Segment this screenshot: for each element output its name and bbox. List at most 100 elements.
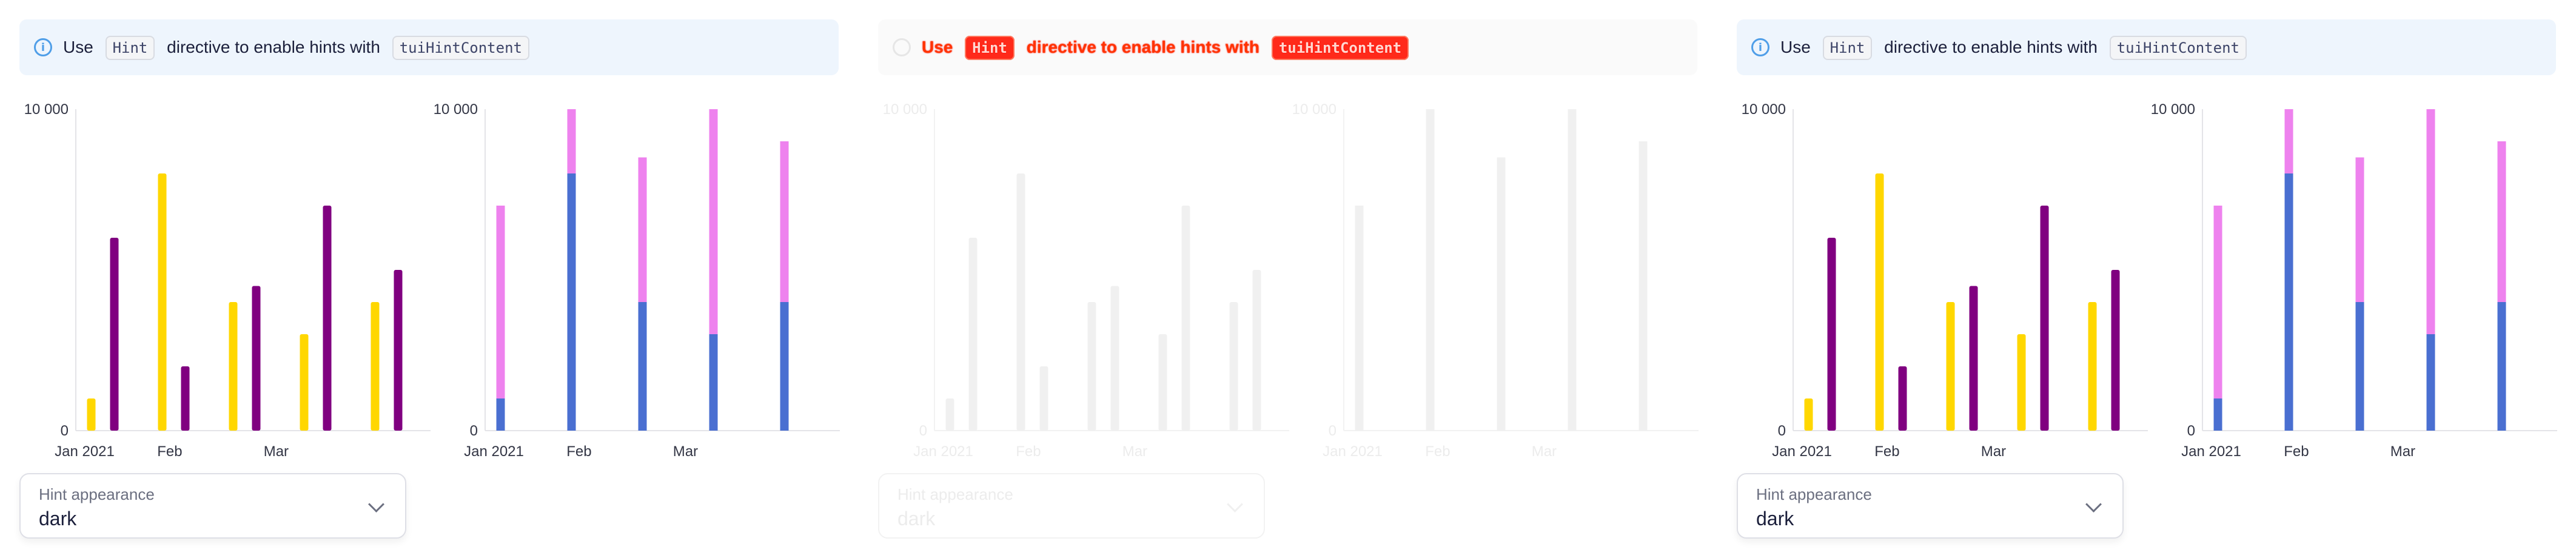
bar-segment <box>1639 302 1648 431</box>
demo-panel-right: i Use Hint directive to enable hints wit… <box>1717 0 2576 558</box>
bar-segment <box>496 206 505 398</box>
bar-segment <box>2497 302 2506 431</box>
y-tick-label: 0 <box>919 423 927 439</box>
notice-middle: directive to enable hints with <box>1884 38 2098 56</box>
bar-segment <box>1497 302 1506 431</box>
y-tick-label: 10 000 <box>883 101 927 118</box>
x-tick-label: Mar <box>2390 443 2415 460</box>
chart-svg: 10 000 0 Jan 2021 Feb Mar <box>2151 101 2557 460</box>
bar-segment <box>2497 141 2506 302</box>
notice-prefix: Use <box>922 38 953 56</box>
bar <box>1087 302 1096 431</box>
y-tick-label: 0 <box>61 423 69 439</box>
x-tick-label: Feb <box>2284 443 2309 460</box>
y-tick-label: 10 000 <box>434 101 478 118</box>
notice-prefix: Use <box>63 38 93 56</box>
bar-segment <box>567 109 576 173</box>
bar <box>1158 334 1167 431</box>
bar-segment <box>709 109 718 334</box>
bar <box>2111 270 2120 431</box>
y-tick-label: 10 000 <box>24 101 69 118</box>
bar <box>1946 302 1955 431</box>
bar <box>252 286 261 431</box>
bar <box>87 398 96 431</box>
bar <box>323 206 332 431</box>
select-value: dark <box>897 508 936 529</box>
chart-svg: 10 000 0 Jan 2021 Feb Mar <box>24 101 431 460</box>
demo-panel-left: i Use Hint directive to enable hints wit… <box>0 0 859 558</box>
stacked-bar-chart[interactable]: 10 000 0 Jan 2021 Feb Mar <box>2139 91 2557 467</box>
bar <box>2040 206 2049 431</box>
bar-segment <box>2426 109 2435 334</box>
bar <box>1110 286 1119 431</box>
hint-notice: i Use Hint directive to enable hints wit… <box>19 19 839 75</box>
x-tick-label: Jan 2021 <box>55 443 115 460</box>
bar-segment <box>1497 157 1506 302</box>
bar-segment <box>567 173 576 431</box>
y-tick-label: 0 <box>1778 423 1786 439</box>
code-hint-content: tuiHintContent <box>392 36 529 60</box>
hint-appearance-select[interactable]: Hint appearance dark <box>19 473 406 539</box>
x-tick-label: Feb <box>566 443 591 460</box>
hint-appearance-select: Hint appearance dark <box>878 473 1265 539</box>
x-tick-label: Feb <box>1425 443 1450 460</box>
stacked-bar-chart: 10 000 0 Jan 2021 Feb Mar <box>1280 91 1699 467</box>
bar <box>1181 206 1190 431</box>
bar-segment <box>2355 157 2364 302</box>
chart-svg: 10 000 0 Jan 2021 Feb Mar <box>1292 101 1699 460</box>
bar-segment <box>780 302 789 431</box>
bar <box>229 302 238 431</box>
bar-segment <box>638 157 647 302</box>
x-tick-label: Mar <box>1981 443 2006 460</box>
chart-svg: 10 000 0 Jan 2021 Feb Mar <box>883 101 1289 460</box>
select-label: Hint appearance <box>39 485 155 503</box>
y-tick-label: 10 000 <box>1292 101 1337 118</box>
grouped-bar-chart[interactable]: 10 000 0 Jan 2021 Feb Mar <box>12 91 431 467</box>
bar <box>371 302 380 431</box>
code-hint: Hint <box>1822 36 1873 60</box>
x-tick-label: Mar <box>264 443 289 460</box>
bar <box>945 398 954 431</box>
select-label: Hint appearance <box>1756 485 1872 503</box>
bar <box>1252 270 1261 431</box>
select-value: dark <box>1756 508 1794 529</box>
bar-segment <box>1568 109 1577 334</box>
bar <box>2088 302 2097 431</box>
bar <box>1039 366 1048 431</box>
x-tick-label: Jan 2021 <box>1772 443 1832 460</box>
x-tick-label: Mar <box>673 443 698 460</box>
bar-segment <box>709 334 718 431</box>
bar <box>1229 302 1238 431</box>
x-tick-label: Mar <box>1532 443 1557 460</box>
code-hint-content: tuiHintContent <box>2109 36 2247 60</box>
bar <box>110 238 119 431</box>
bar-segment <box>2284 173 2293 431</box>
notice-middle: directive to enable hints with <box>1026 38 1260 56</box>
chart-svg: 10 000 0 Jan 2021 Feb Mar <box>434 101 840 460</box>
bar-segment <box>2213 398 2222 431</box>
x-tick-label: Jan 2021 <box>1323 443 1383 460</box>
bar <box>2017 334 2026 431</box>
bar <box>1898 366 1907 431</box>
stacked-bar-chart[interactable]: 10 000 0 Jan 2021 Feb Mar <box>421 91 840 467</box>
x-tick-label: Jan 2021 <box>913 443 973 460</box>
bar <box>1969 286 1978 431</box>
bar <box>181 366 190 431</box>
hint-notice: i Use Hint directive to enable hints wit… <box>878 19 1697 75</box>
demo-panel-middle: i Use Hint directive to enable hints wit… <box>859 0 1717 558</box>
notice-text: Use Hint directive to enable hints with … <box>1780 36 2254 60</box>
notice-text: Use Hint directive to enable hints with … <box>63 36 537 60</box>
bar <box>1016 173 1025 431</box>
info-icon: i <box>34 38 52 56</box>
grouped-bar-chart[interactable]: 10 000 0 Jan 2021 Feb Mar <box>1729 91 2148 467</box>
y-tick-label: 10 000 <box>2151 101 2195 118</box>
hint-appearance-select[interactable]: Hint appearance dark <box>1737 473 2124 539</box>
y-tick-label: 0 <box>2187 423 2195 439</box>
y-tick-label: 0 <box>1329 423 1337 439</box>
bar <box>1875 173 1884 431</box>
notice-middle: directive to enable hints with <box>167 38 380 56</box>
x-tick-label: Jan 2021 <box>2181 443 2241 460</box>
info-icon: i <box>893 38 911 56</box>
x-tick-label: Feb <box>157 443 182 460</box>
bar-segment <box>638 302 647 431</box>
